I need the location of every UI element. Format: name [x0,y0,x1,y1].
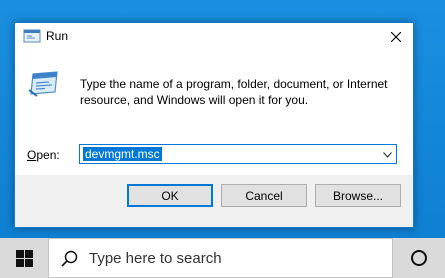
open-label-text: pen: [36,148,60,162]
dialog-footer: OK Cancel Browse... [15,175,413,227]
browse-button[interactable]: Browse... [315,184,401,207]
search-placeholder: Type here to search [89,250,222,267]
cortana-circle-icon [411,250,427,266]
taskbar-search-box[interactable]: Type here to search [48,238,393,278]
cortana-button[interactable] [393,238,445,278]
open-combobox[interactable]: devmgmt.msc [79,144,397,164]
close-button[interactable] [379,23,413,50]
run-dialog: Run Type the name of a program, folder, … [14,22,414,228]
window-title: Run [46,29,69,43]
run-icon [23,29,41,43]
title-bar[interactable]: Run [15,23,413,50]
windows-logo-icon [15,249,33,267]
start-button[interactable] [0,238,48,278]
dropdown-button[interactable] [380,148,394,161]
ok-button[interactable]: OK [127,184,213,207]
close-icon [391,31,401,42]
dialog-body: Type the name of a program, folder, docu… [15,50,413,175]
taskbar: Type here to search [0,238,445,278]
open-input-value[interactable]: devmgmt.msc [83,147,162,161]
cancel-button[interactable]: Cancel [221,184,307,207]
run-large-icon [27,68,61,98]
search-icon [61,250,78,267]
chevron-down-icon [382,151,392,158]
open-label-mnemonic: O [27,148,37,162]
open-label: Open: [27,148,60,162]
dialog-description: Type the name of a program, folder, docu… [80,77,388,107]
